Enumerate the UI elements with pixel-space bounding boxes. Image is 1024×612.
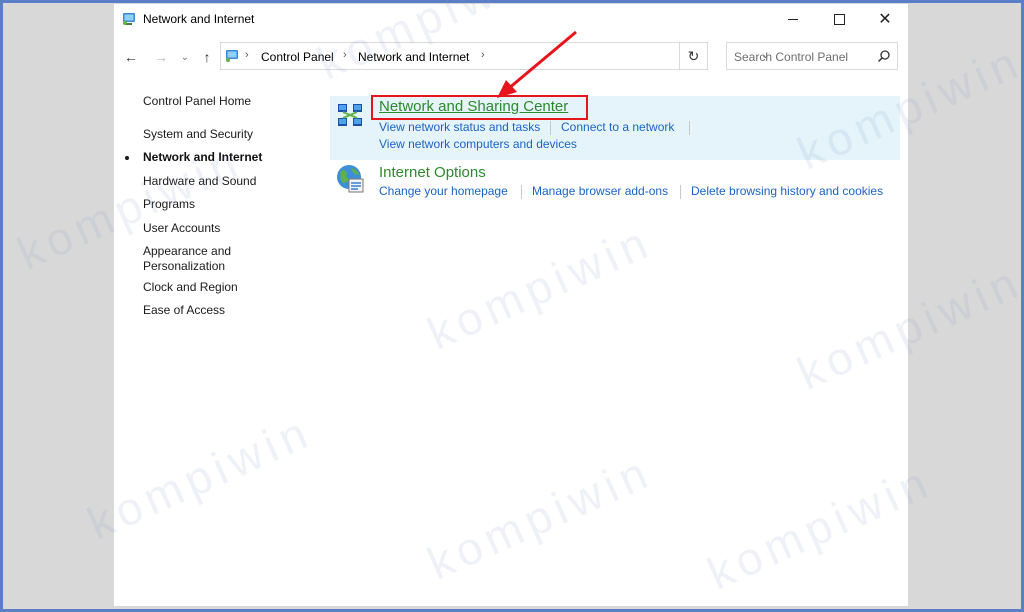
search-input[interactable] [727, 43, 876, 71]
change-homepage-link[interactable]: Change your homepage [379, 184, 508, 198]
maximize-button[interactable] [816, 4, 862, 34]
chevron-right-icon: › [343, 49, 347, 61]
control-panel-window: Network and Internet ✕ ← → ⌄ ↑ › Control… [114, 4, 908, 606]
close-button[interactable]: ✕ [862, 4, 908, 34]
nav-programs[interactable]: Programs [143, 197, 195, 212]
task-separator [521, 185, 522, 199]
refresh-button[interactable]: ↻ [680, 42, 708, 70]
address-field[interactable]: › Control Panel › Network and Internet ›… [220, 42, 769, 70]
chevron-down-icon: ⌄ [180, 51, 190, 63]
chevron-right-icon: › [245, 49, 249, 61]
internet-options-link[interactable]: Internet Options [379, 164, 486, 181]
back-button[interactable]: ← [122, 48, 140, 66]
task-separator [550, 121, 551, 135]
window-title: Network and Internet [143, 12, 255, 26]
recent-locations-button[interactable]: ⌄ [176, 48, 194, 66]
up-button[interactable]: ↑ [198, 48, 216, 66]
breadcrumb-network-and-internet[interactable]: Network and Internet [358, 50, 469, 64]
nav-clock-and-region[interactable]: Clock and Region [143, 280, 238, 295]
nav-appearance-and-personalization-line2[interactable]: Personalization [143, 259, 225, 274]
close-icon: ✕ [878, 11, 892, 28]
search-icon [877, 50, 890, 63]
nav-appearance-and-personalization[interactable]: Appearance and [143, 244, 231, 259]
view-network-status-link[interactable]: View network status and tasks [379, 120, 540, 134]
current-page-bullet [125, 156, 129, 160]
breadcrumb-control-panel[interactable]: Control Panel [261, 50, 334, 64]
minimize-icon [788, 18, 798, 20]
delete-browsing-history-link[interactable]: Delete browsing history and cookies [691, 184, 883, 198]
connect-to-network-link[interactable]: Connect to a network [561, 120, 674, 134]
view-network-computers-link[interactable]: View network computers and devices [379, 137, 577, 151]
nav-system-and-security[interactable]: System and Security [143, 127, 253, 142]
network-sharing-icon [338, 104, 362, 126]
arrow-left-icon: ← [124, 49, 138, 65]
control-panel-icon [123, 13, 135, 25]
nav-ease-of-access[interactable]: Ease of Access [143, 303, 225, 318]
nav-hardware-and-sound[interactable]: Hardware and Sound [143, 174, 256, 189]
maximize-icon [833, 13, 845, 25]
nav-network-and-internet[interactable]: Network and Internet [143, 150, 262, 165]
internet-options-icon [337, 165, 364, 193]
title-bar: Network and Internet ✕ [114, 4, 908, 34]
control-panel-icon [226, 50, 238, 62]
chevron-right-icon: › [481, 49, 485, 61]
arrow-up-icon: ↑ [203, 49, 211, 65]
arrow-right-icon: → [154, 49, 168, 65]
forward-button[interactable]: → [152, 48, 170, 66]
manage-browser-addons-link[interactable]: Manage browser add-ons [532, 184, 668, 198]
nav-user-accounts[interactable]: User Accounts [143, 221, 220, 236]
address-bar: ← → ⌄ ↑ › Control Panel › Network and In… [114, 40, 908, 72]
search-box[interactable] [726, 42, 898, 71]
nav-control-panel-home[interactable]: Control Panel Home [143, 94, 251, 109]
minimize-button[interactable] [770, 4, 816, 34]
task-separator [680, 185, 681, 199]
refresh-icon: ↻ [687, 47, 700, 64]
annotation-highlight-box [371, 95, 588, 120]
task-separator [689, 121, 690, 135]
